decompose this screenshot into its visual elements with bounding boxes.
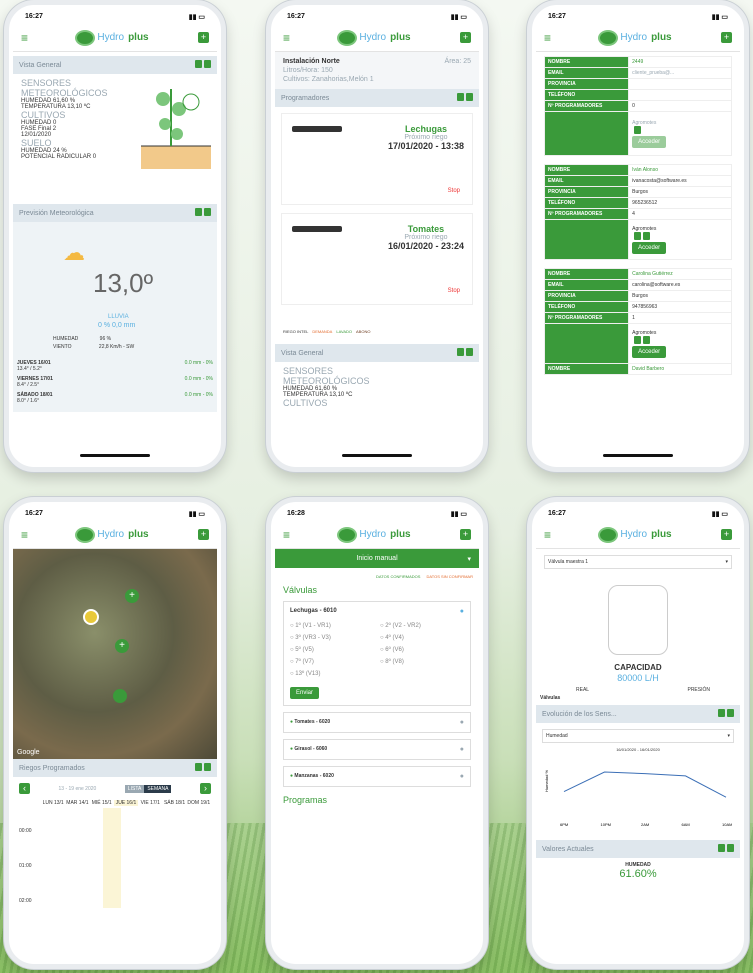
menu-icon[interactable]: ≡ [544,528,551,542]
phone-mapa: 16:27 ▮▮ ▭ ≡ Hydro plus + + + Google Riegos … [4,497,226,969]
phone-vista-general: 16:27 ▮▮ ▭ ≡ Hydro plus + Vista General SENS… [4,0,226,472]
series-line [563,771,727,798]
x-tick-label: 6AM [682,822,690,827]
add-icon[interactable]: + [720,529,732,540]
valve-radio[interactable]: ○ 5º (V5) [290,647,374,653]
trash-icon[interactable] [466,93,473,101]
temperature-value: 13,0º [93,268,154,298]
map-marker[interactable] [113,689,127,703]
humidity-chart: Humedad % 6PM 10PM 2AM 6AM 10AM [544,770,732,827]
status-time: 16:27 [25,13,43,20]
phone-programadores: 16:27 ▮▮ ▭ ≡ Hydro plus + Instalación Norte Á… [266,0,488,472]
access-button[interactable]: Acceder [632,135,667,148]
cloud-sun-icon: ☁ [63,240,85,265]
edit-icon[interactable] [195,60,202,68]
edit-icon[interactable] [195,208,202,216]
phone-inicio-manual: 16:28 ▮▮ ▭ ≡ Hydro plus + Inicio manual ▾ DAT… [266,497,488,969]
map-marker[interactable]: + [115,639,129,653]
valve-radio[interactable]: ○ 8º (V8) [380,659,464,665]
menu-icon[interactable]: ≡ [21,31,28,45]
add-icon[interactable]: + [459,529,471,540]
add-icon[interactable]: + [197,32,209,43]
valves-title: Válvulas [283,585,318,595]
valve-radio[interactable]: ○ 6º (V6) [380,647,464,653]
battery-icon: ▮▮ ▭ [188,13,205,21]
valve-select[interactable]: Válvula maestra 1 ▾ [544,555,732,569]
programmer-card[interactable]: Tomates Próximo riego 16/01/2020 - 23:24 S… [281,213,473,305]
tank-icon [608,585,668,655]
valve-radio[interactable]: ○ 2º (V2 - VR2) [380,623,464,629]
add-icon[interactable]: + [459,32,471,43]
phone-capacidad: 16:27 ▮▮ ▭ ≡ Hydro plus + Válvula maestra 1 ▾… [527,497,749,969]
access-button[interactable]: Acceder [632,241,667,254]
sensor-select[interactable]: Humedad ▾ [542,729,734,743]
client-table: NOMBRE 2449 EMAIL cliente_prueba@... PROVI… [543,56,732,156]
phone-clientes: 16:27 ▮▮ ▭ ≡ Hydro plus + NOMBRE 2449 EMAIL cl… [527,0,749,472]
send-button[interactable]: Enviar [290,687,320,699]
valve-radio[interactable]: ○ 13º (V13) [290,671,374,677]
google-attribution: Google [17,749,40,756]
valve-radio[interactable]: ○ 1º (V1 - VR1) [290,623,374,629]
sensors-title: SENSORES METEOROLÓGICOS [21,78,108,98]
x-tick-label: 10AM [722,822,732,827]
map-marker[interactable] [83,609,99,625]
add-icon[interactable]: + [720,32,732,43]
valve-radio[interactable]: ○ 3º (VR3 - V3) [290,635,374,641]
satellite-map[interactable]: + + Google [13,549,217,759]
stop-button[interactable]: Stop [448,188,460,194]
x-tick-label: 6PM [560,822,568,827]
edit-icon[interactable] [457,93,464,101]
trash-icon[interactable] [204,208,211,216]
menu-icon[interactable]: ≡ [21,528,28,542]
trash-icon[interactable] [204,60,211,68]
menu-icon[interactable]: ≡ [283,528,290,542]
section-title: Vista General [19,61,62,69]
y-axis-label: Humedad % [544,770,549,792]
add-icon[interactable]: + [197,529,209,540]
programmer-card[interactable]: Lechugas Próximo riego 17/01/2020 - 13:38 … [281,113,473,205]
x-tick-label: 2AM [641,822,649,827]
weather-title: Previsión Meteorológica [19,209,94,217]
manual-start-header[interactable]: Inicio manual ▾ [275,549,479,568]
map-marker[interactable]: + [125,589,139,603]
access-button[interactable]: Acceder [632,345,667,358]
x-tick-label: 10PM [601,822,611,827]
valve-radio[interactable]: ○ 4º (V4) [380,635,464,641]
valve-radio[interactable]: ○ 7º (V7) [290,659,374,665]
plant-illustration [141,89,211,169]
chevron-down-icon: ▾ [467,556,471,563]
menu-icon[interactable]: ≡ [544,31,551,45]
app-logo: Hydro plus [77,31,149,44]
stop-button[interactable]: Stop [448,288,460,294]
installation-name: Instalación Norte [283,58,340,65]
menu-icon[interactable]: ≡ [283,31,290,45]
home-indicator [80,454,150,457]
